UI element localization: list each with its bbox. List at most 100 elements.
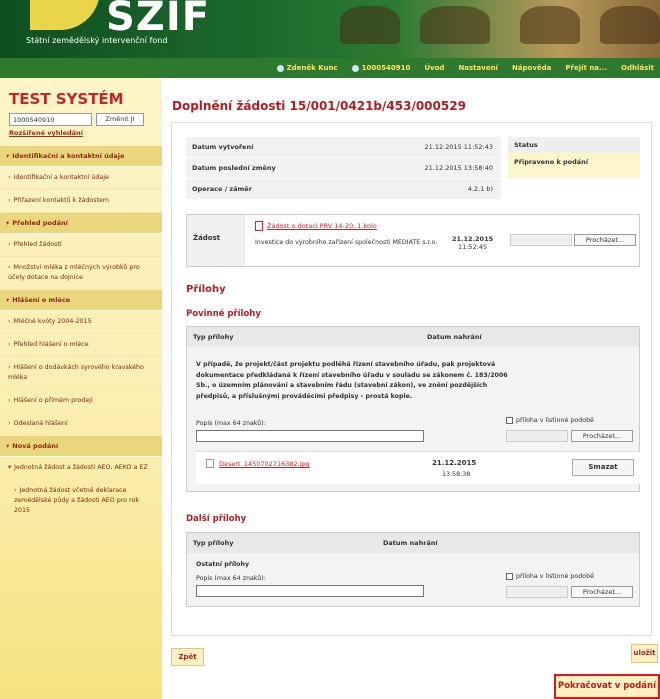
sidebar-menu: ▾ Identifikační a kontaktní údaje › Identi… [0, 146, 162, 523]
attachment-time: 13:58:38 [442, 471, 471, 478]
menu-section[interactable]: ▾ Nová podání [0, 436, 162, 457]
menu-subitem[interactable]: › Jednotná žádost včetně deklarace zemědě… [0, 480, 162, 523]
menu-item-label: Přiřazení kontaktů k žádostem [13, 197, 110, 204]
info-label: Datum poslední změny [192, 164, 276, 172]
nav-home[interactable]: Úvod [424, 64, 444, 72]
request-description: Investice do výrobního zařízení společno… [255, 239, 438, 246]
info-row: Operace / záměr 4.2.1 b) [186, 179, 501, 200]
menu-item-label: Hlášení o dodávkách syrového kravského m… [8, 364, 144, 381]
chevron-right-icon: › [8, 318, 11, 325]
menu-item-label: Odeslaná hlášení [13, 420, 68, 427]
menu-item[interactable]: › Přehled hlášení o mléce [0, 334, 162, 357]
menu-item-label: Identifikační a kontaktní údaje [13, 174, 109, 181]
menu-item-label: Hlášení o přímém prodeji [13, 397, 93, 404]
menu-section[interactable]: ▾ Přehled podání [0, 213, 162, 234]
request-file-link[interactable]: Žádost o dotaci PRV 14-20, 1.kolo [267, 222, 377, 230]
change-id-button[interactable]: Změnit JI [96, 113, 144, 126]
continue-button[interactable]: Pokračovat v podání [554, 674, 660, 699]
menu-item-label: Přehled žádostí [13, 241, 62, 248]
menu-item[interactable]: › Identifikační a kontaktní údaje [0, 167, 162, 190]
info-value: 21.12.2015 13:58:40 [424, 164, 493, 172]
file-field[interactable] [506, 430, 568, 442]
delete-button[interactable]: Smazat [572, 459, 634, 476]
chevron-right-icon: › [8, 197, 11, 204]
menu-item[interactable]: › Hlášení o přímém prodeji [0, 390, 162, 413]
menu-item-label: Jednotná žádost a žádosti AEO, AEKO a EZ [14, 464, 148, 471]
image-file-icon [206, 459, 214, 468]
cattle-image [520, 6, 580, 44]
info-label: Operace / záměr [192, 185, 252, 193]
menu-section[interactable]: ▾ Hlášení o mléce [0, 290, 162, 311]
mandatory-attachments-title: Povinné přílohy [186, 309, 261, 319]
info-label: Datum vytvoření [192, 143, 254, 151]
col-date-header: Datum nahrání [427, 333, 482, 341]
col-type-header: Typ přílohy [193, 539, 234, 547]
info-table: Datum vytvoření 21.12.2015 11:52:43 Datum… [186, 137, 501, 200]
attachments-title: Přílohy [186, 284, 226, 295]
advanced-search-link[interactable]: Rozšířené vyhledání [9, 129, 83, 137]
user-name[interactable]: Zdeněk Kunc [276, 64, 338, 72]
attachment-date: 21.12.2015 [432, 459, 477, 467]
status-header: Status [508, 137, 640, 153]
desc-label: Popis (max 64 znaků): [196, 575, 266, 582]
other-file-field[interactable] [506, 586, 568, 598]
browse-button[interactable]: Procházet... [571, 430, 633, 442]
menu-subitem-label: Jednotná žádost včetně deklarace zeměděl… [14, 487, 139, 514]
chevron-down-icon: ▾ [6, 219, 10, 227]
nav-logout[interactable]: Odhlásit [621, 64, 654, 72]
attachment-file-link[interactable]: Desert_1450702716382.jpg [219, 460, 310, 468]
menu-item-label: Množství mléka z mléčných výrobků pro úč… [8, 264, 140, 281]
sidebar: TEST SYSTÉM 1000540910 Změnit JI Rozšíře… [0, 78, 162, 699]
save-button[interactable]: uložit [631, 644, 658, 663]
menu-item[interactable]: › Přiřazení kontaktů k žádostem [0, 190, 162, 213]
description-input[interactable] [196, 430, 424, 442]
nav-settings[interactable]: Nastavení [458, 64, 498, 72]
client-id-input[interactable]: 1000540910 [9, 113, 92, 126]
request-label: Žádost [187, 215, 245, 266]
other-paper-checkbox-label: příloha v listinné podobě [516, 573, 594, 580]
other-description-input[interactable] [196, 585, 424, 597]
menu-section-label: Hlášení o mléce [12, 296, 71, 304]
top-navigation: Zdeněk Kunc 1000540910 Úvod Nastavení Ná… [0, 58, 660, 78]
cattle-image [420, 6, 490, 44]
menu-section-label: Nová podání [12, 442, 59, 450]
menu-item[interactable]: › Množství mléka z mléčných výrobků pro ú… [0, 257, 162, 290]
menu-item[interactable]: › Přehled žádostí [0, 234, 162, 257]
nav-goto[interactable]: Přejít na... [565, 64, 607, 72]
mandatory-header: Typ přílohy Datum nahrání [187, 327, 639, 347]
chevron-right-icon: › [8, 174, 11, 181]
other-browse-button[interactable]: Procházet... [571, 586, 633, 598]
other-header: Typ přílohy Datum nahrání [187, 533, 639, 553]
menu-item[interactable]: › Hlášení o dodávkách syrového kravského … [0, 357, 162, 390]
client-id[interactable]: 1000540910 [351, 64, 410, 72]
chevron-right-icon: › [8, 364, 11, 371]
col-date-header: Datum nahrání [383, 539, 438, 547]
menu-section[interactable]: ▾ Identifikační a kontaktní údaje [0, 146, 162, 167]
request-browse-button[interactable]: Procházet... [574, 234, 636, 246]
other-paper-checkbox[interactable] [506, 573, 513, 580]
desc-label: Popis (max 64 znaků): [196, 420, 266, 427]
nav-help[interactable]: Nápověda [512, 64, 551, 72]
chevron-right-icon: › [8, 420, 11, 427]
chevron-right-icon: › [8, 341, 11, 348]
pdf-icon [255, 221, 263, 231]
page-title: Doplnění žádosti 15/001/0421b/453/000529 [172, 99, 466, 113]
chevron-right-icon: › [8, 397, 11, 404]
chevron-down-icon: ▾ [8, 464, 12, 471]
request-date-value: 21.12.2015 [452, 235, 494, 243]
request-file-field[interactable] [510, 234, 572, 246]
logo-text: SZIF [106, 0, 211, 40]
menu-item[interactable]: › Mléčné kvóty 2004-2015 [0, 311, 162, 334]
back-button[interactable]: Zpět [171, 648, 204, 666]
chevron-down-icon: ▾ [6, 442, 10, 450]
cattle-image [600, 6, 660, 44]
paper-checkbox[interactable] [506, 417, 513, 424]
chevron-right-icon: › [14, 487, 17, 494]
menu-section-label: Přehled podání [12, 219, 68, 227]
site-subtitle: Státní zemědělský intervenční fond [26, 36, 168, 45]
menu-item[interactable]: › Odeslaná hlášení [0, 413, 162, 436]
menu-item[interactable]: ▾ Jednotná žádost a žádosti AEO, AEKO a E… [0, 457, 162, 480]
info-row: Datum vytvoření 21.12.2015 11:52:43 [186, 137, 501, 158]
status-box: Status Připraveno k podání [508, 137, 640, 178]
chevron-down-icon: ▾ [6, 296, 10, 304]
